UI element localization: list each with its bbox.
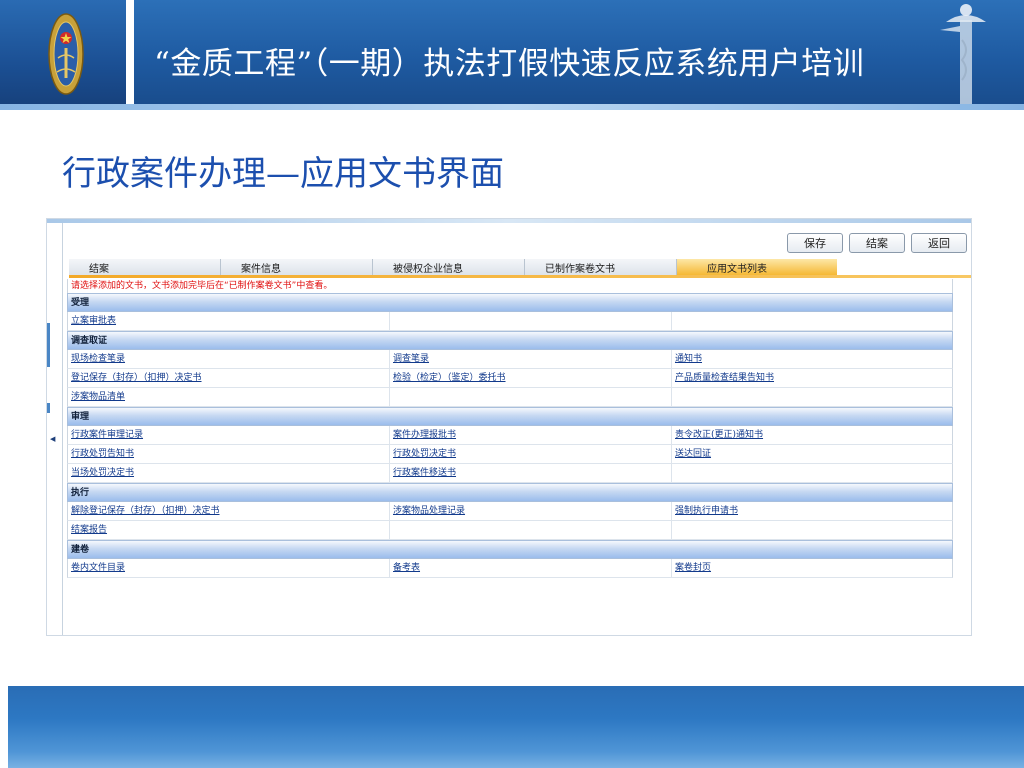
document-link[interactable]: 登记保存（封存）（扣押）决定书 [71,373,202,383]
table-cell: 备考表 [390,559,672,577]
collapse-arrow-icon[interactable]: ◀ [50,435,55,443]
document-link[interactable]: 通知书 [675,354,702,364]
document-link[interactable]: 案件办理报批书 [393,430,456,440]
section-header: 调查取证 [67,331,953,350]
table-cell: 行政案件移送书 [390,464,672,482]
table-cell: 解除登记保存（封存）（扣押）决定书 [68,502,390,520]
tab-created-documents[interactable]: 已制作案卷文书 [525,259,677,275]
document-link[interactable]: 卷内文件目录 [71,563,125,573]
table-cell: 当场处罚决定书 [68,464,390,482]
document-link[interactable]: 行政处罚决定书 [393,449,456,459]
document-link[interactable]: 送达回证 [675,449,711,459]
tab-close-case[interactable]: 结案 [69,259,221,275]
document-link[interactable]: 强制执行申请书 [675,506,738,516]
document-link[interactable]: 调查笔录 [393,354,429,364]
table-row: 现场检查笔录 调查笔录 通知书 [67,350,953,369]
app-window: ◀ 保存 结案 返回 结案 案件信息 被侵权企业信息 已制作案卷文书 应用文书列… [46,218,972,636]
section-subtitle: 行政案件办理—应用文书界面 [62,154,504,194]
save-button[interactable]: 保存 [787,233,843,253]
table-cell: 行政处罚告知书 [68,445,390,463]
table-cell: 强制执行申请书 [672,502,954,520]
document-link[interactable]: 行政处罚告知书 [71,449,134,459]
document-link[interactable]: 责令改正(更正)通知书 [675,430,763,440]
slide-header: “金质工程”（一期）执法打假快速反应系统用户培训 [0,0,1024,110]
table-row: 涉案物品清单 [67,388,953,407]
section-header: 受理 [67,293,953,312]
table-row: 行政处罚告知书 行政处罚决定书 送达回证 [67,445,953,464]
section-header: 审理 [67,407,953,426]
section-header: 建卷 [67,540,953,559]
document-grid: 请选择添加的文书，文书添加完毕后在“已制作案卷文书”中查看。 受理立案审批表调查… [67,279,953,578]
tab-infringed-company[interactable]: 被侵权企业信息 [373,259,525,275]
footer-band [8,686,1024,768]
table-cell: 案件办理报批书 [390,426,672,444]
table-cell: 涉案物品处理记录 [390,502,672,520]
table-row: 立案审批表 [67,312,953,331]
table-row: 登记保存（封存）（扣押）决定书 检验（检定）（鉴定）委托书 产品质量检查结果告知书 [67,369,953,388]
table-row: 解除登记保存（封存）（扣押）决定书 涉案物品处理记录 强制执行申请书 [67,502,953,521]
table-row: 卷内文件目录 备考表 案卷封页 [67,559,953,578]
table-cell: 检验（检定）（鉴定）委托书 [390,369,672,387]
document-link[interactable]: 解除登记保存（封存）（扣押）决定书 [71,506,220,516]
table-cell [672,521,954,539]
table-cell: 立案审批表 [68,312,390,330]
document-link[interactable]: 案卷封页 [675,563,711,573]
table-cell: 卷内文件目录 [68,559,390,577]
document-link[interactable]: 当场处罚决定书 [71,468,134,478]
table-cell: 行政案件审理记录 [68,426,390,444]
close-case-button[interactable]: 结案 [849,233,905,253]
document-link[interactable]: 涉案物品清单 [71,392,125,402]
document-link[interactable]: 现场检查笔录 [71,354,125,364]
table-cell: 登记保存（封存）（扣押）决定书 [68,369,390,387]
left-panel-bar: ◀ [47,223,63,635]
tab-document-list[interactable]: 应用文书列表 [677,259,837,275]
table-cell: 通知书 [672,350,954,368]
document-link[interactable]: 检验（检定）（鉴定）委托书 [393,373,506,383]
table-cell [672,464,954,482]
notice-text: 请选择添加的文书，文书添加完毕后在“已制作案卷文书”中查看。 [67,279,953,293]
title-bar: “金质工程”（一期）执法打假快速反应系统用户培训 [134,0,1024,110]
table-cell: 行政处罚决定书 [390,445,672,463]
slide-title: “金质工程”（一期）执法打假快速反应系统用户培训 [154,46,865,82]
emblem-icon [48,13,84,95]
table-row: 当场处罚决定书 行政案件移送书 [67,464,953,483]
table-cell: 案卷封页 [672,559,954,577]
table-cell [390,388,672,406]
document-link[interactable]: 结案报告 [71,525,107,535]
table-cell: 产品质量检查结果告知书 [672,369,954,387]
toolbar: 保存 结案 返回 [787,233,967,253]
huabiao-pillar-icon [940,4,986,104]
section-header: 执行 [67,483,953,502]
document-link[interactable]: 立案审批表 [71,316,116,326]
table-cell: 调查笔录 [390,350,672,368]
back-button[interactable]: 返回 [911,233,967,253]
document-link[interactable]: 行政案件审理记录 [71,430,143,440]
table-cell: 责令改正(更正)通知书 [672,426,954,444]
document-link[interactable]: 行政案件移送书 [393,468,456,478]
document-link[interactable]: 产品质量检查结果告知书 [675,373,774,383]
table-cell: 结案报告 [68,521,390,539]
document-link[interactable]: 备考表 [393,563,420,573]
table-row: 行政案件审理记录 案件办理报批书 责令改正(更正)通知书 [67,426,953,445]
tab-case-info[interactable]: 案件信息 [221,259,373,275]
table-cell [390,521,672,539]
emblem-panel [0,0,126,110]
table-cell [672,312,954,330]
table-cell: 涉案物品清单 [68,388,390,406]
document-link[interactable]: 涉案物品处理记录 [393,506,465,516]
table-cell [390,312,672,330]
table-cell: 送达回证 [672,445,954,463]
table-cell: 现场检查笔录 [68,350,390,368]
table-row: 结案报告 [67,521,953,540]
table-cell [672,388,954,406]
tab-bar: 结案 案件信息 被侵权企业信息 已制作案卷文书 应用文书列表 [69,259,837,275]
